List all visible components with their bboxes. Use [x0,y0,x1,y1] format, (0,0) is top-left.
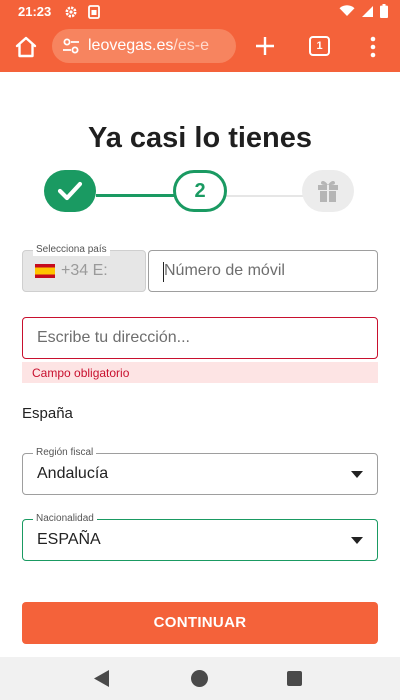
more-vert-icon[interactable] [364,34,382,60]
country-code-select[interactable]: Selecciona país +34 E: [22,244,146,292]
wifi-icon [339,5,355,16]
spain-flag-icon [35,264,55,278]
phone-placeholder: Número de móvil [164,262,285,279]
home-nav-icon[interactable] [191,670,208,687]
back-icon[interactable] [94,670,110,687]
sim-icon [88,5,100,19]
dropdown-arrow-icon [351,471,363,478]
nationality-select[interactable]: Nacionalidad ESPAÑA [22,513,378,561]
home-icon[interactable] [12,33,40,61]
step-3-pending [302,170,354,212]
browser-toolbar: leovegas.es/es-e 1 [0,24,400,70]
country-select-label: Selecciona país [33,244,110,256]
address-error-text: Campo obligatorio [32,366,130,380]
gift-icon [318,180,338,202]
url-bar[interactable]: leovegas.es/es-e [52,29,236,63]
nationality-value: ESPAÑA [37,531,101,548]
registration-form: Ya casi lo tienes 2 Selecciona país +34 … [0,72,400,657]
tab-switcher-button[interactable]: 1 [309,36,330,56]
url-host: leovegas.es [88,37,174,54]
site-settings-icon[interactable] [62,37,80,55]
dropdown-arrow-icon [351,537,363,544]
page-title: Ya casi lo tienes [87,122,313,154]
country-name-text: España [22,405,73,422]
url-path: /es-e [173,37,209,54]
fiscal-region-select[interactable]: Región fiscal Andalucía [22,447,378,495]
recent-apps-icon[interactable] [287,671,302,686]
nationality-label: Nacionalidad [33,513,97,525]
battery-icon [380,4,388,18]
fiscal-region-value: Andalucía [37,465,109,482]
address-placeholder: Escribe tu dirección... [37,329,190,346]
country-code-value: +34 E: [61,262,108,279]
system-navigation-bar [0,657,400,700]
stepper-line-complete [96,194,176,197]
status-time: 21:23 [18,4,52,19]
step-1-complete [44,170,96,212]
address-error-message: Campo obligatorio [22,362,378,383]
continue-button[interactable]: CONTINUAR [22,602,378,644]
check-icon [57,181,83,201]
new-tab-icon[interactable] [252,33,278,59]
address-input[interactable]: Escribe tu dirección... [22,317,378,359]
progress-stepper: 2 [0,170,400,220]
stepper-line-pending [226,195,304,197]
step-2-current: 2 [173,170,227,212]
status-bar: 21:23 [0,0,400,24]
fiscal-region-label: Región fiscal [33,447,97,459]
browser-chrome: 21:23 leovegas.es /es-e 1 [0,0,400,72]
gear-icon [65,6,77,18]
phone-number-input[interactable]: Número de móvil [148,250,378,292]
signal-icon [362,5,373,17]
